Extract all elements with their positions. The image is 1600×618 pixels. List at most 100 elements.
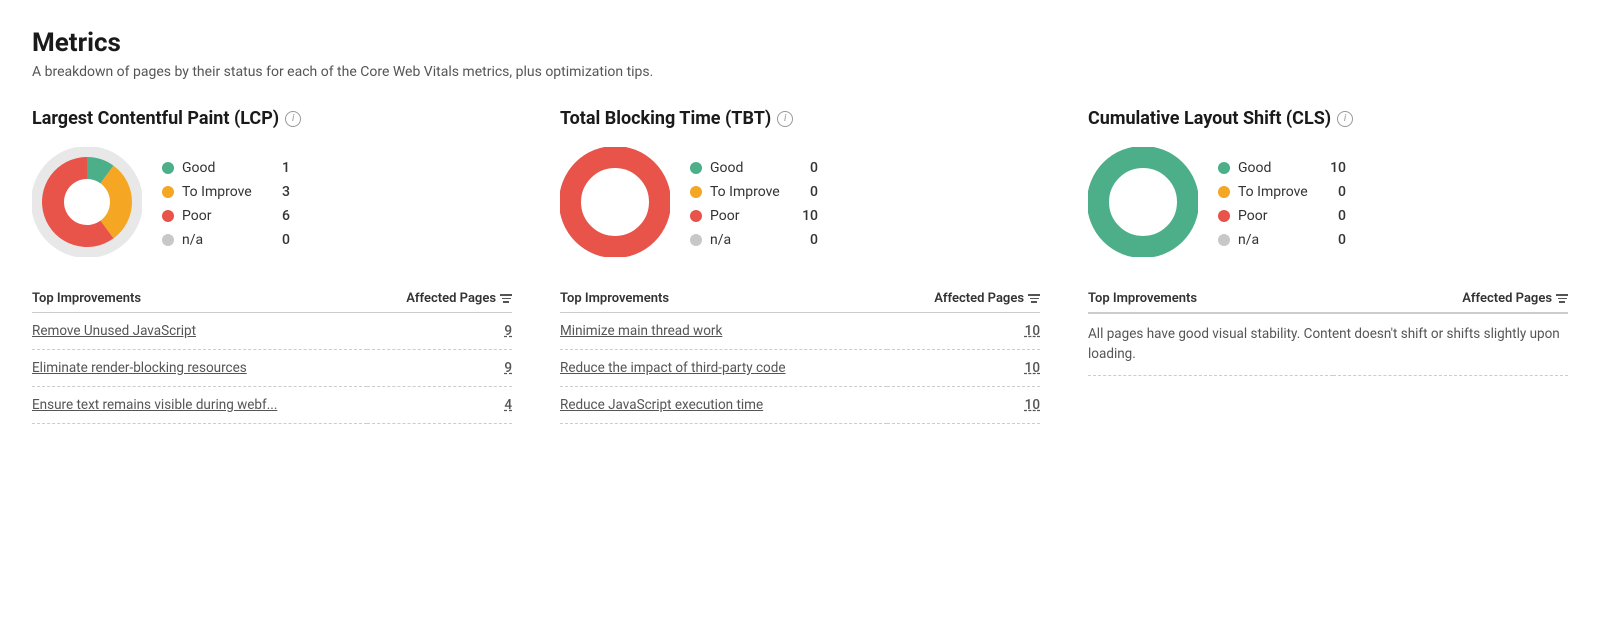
legend-value-lcp-0: 1 <box>270 160 290 176</box>
donut-chart-lcp <box>32 147 142 261</box>
improvement-pages-tbt-1[interactable]: 10 <box>887 350 1040 387</box>
filter-icon-cls[interactable] <box>1556 294 1568 303</box>
legend-value-cls-3: 0 <box>1326 232 1346 248</box>
metric-title-text-tbt: Total Blocking Time (TBT) <box>560 108 771 129</box>
metric-title-lcp: Largest Contentful Paint (LCP) i <box>32 108 512 129</box>
legend-item-tbt-0: Good 0 <box>690 160 818 176</box>
improvement-row-lcp-2: Ensure text remains visible during webf.… <box>32 387 512 424</box>
legend-dot-cls-0 <box>1218 162 1230 174</box>
legend-cls: Good 10 To Improve 0 Poor 0 n/a 0 <box>1218 160 1346 248</box>
improvement-row-lcp-0: Remove Unused JavaScript 9 <box>32 313 512 350</box>
legend-dot-lcp-1 <box>162 186 174 198</box>
improvement-pages-tbt-0[interactable]: 10 <box>887 313 1040 350</box>
improvements-table-cls: Top Improvements Affected Pages All page… <box>1088 285 1568 376</box>
col-improvements-lcp: Top Improvements <box>32 285 367 313</box>
metric-section-lcp: Largest Contentful Paint (LCP) i Good 1 … <box>32 108 512 424</box>
legend-item-cls-3: n/a 0 <box>1218 232 1346 248</box>
improvement-label-lcp-1[interactable]: Eliminate render-blocking resources <box>32 350 367 387</box>
metric-section-tbt: Total Blocking Time (TBT) i Good 0 To Im… <box>560 108 1040 424</box>
chart-legend-row-lcp: Good 1 To Improve 3 Poor 6 n/a 0 <box>32 147 512 261</box>
legend-item-tbt-2: Poor 10 <box>690 208 818 224</box>
legend-lcp: Good 1 To Improve 3 Poor 6 n/a 0 <box>162 160 290 248</box>
legend-item-tbt-3: n/a 0 <box>690 232 818 248</box>
legend-dot-tbt-2 <box>690 210 702 222</box>
page-subtitle: A breakdown of pages by their status for… <box>32 64 1568 80</box>
legend-label-tbt-1: To Improve <box>710 184 790 200</box>
improvement-label-lcp-0[interactable]: Remove Unused JavaScript <box>32 313 367 350</box>
legend-label-lcp-1: To Improve <box>182 184 262 200</box>
legend-dot-cls-1 <box>1218 186 1230 198</box>
improvements-table-tbt: Top Improvements Affected Pages Minimize… <box>560 285 1040 424</box>
improvement-pages-lcp-2[interactable]: 4 <box>367 387 512 424</box>
metric-title-cls: Cumulative Layout Shift (CLS) i <box>1088 108 1568 129</box>
legend-dot-lcp-2 <box>162 210 174 222</box>
legend-dot-tbt-3 <box>690 234 702 246</box>
legend-label-cls-1: To Improve <box>1238 184 1318 200</box>
legend-item-tbt-1: To Improve 0 <box>690 184 818 200</box>
legend-value-tbt-0: 0 <box>798 160 818 176</box>
legend-dot-lcp-0 <box>162 162 174 174</box>
legend-label-tbt-0: Good <box>710 160 790 176</box>
info-icon-tbt[interactable]: i <box>777 111 793 127</box>
legend-value-lcp-3: 0 <box>270 232 290 248</box>
legend-label-cls-3: n/a <box>1238 232 1318 248</box>
filter-icon-tbt[interactable] <box>1028 294 1040 303</box>
legend-value-cls-1: 0 <box>1326 184 1346 200</box>
page-title: Metrics <box>32 28 1568 58</box>
legend-dot-tbt-1 <box>690 186 702 198</box>
chart-legend-row-cls: Good 10 To Improve 0 Poor 0 n/a 0 <box>1088 147 1568 261</box>
legend-label-lcp-2: Poor <box>182 208 262 224</box>
legend-dot-tbt-0 <box>690 162 702 174</box>
legend-dot-cls-3 <box>1218 234 1230 246</box>
improvement-row-tbt-1: Reduce the impact of third-party code 10 <box>560 350 1040 387</box>
info-icon-lcp[interactable]: i <box>285 111 301 127</box>
filter-icon-lcp[interactable] <box>500 294 512 303</box>
info-icon-cls[interactable]: i <box>1337 111 1353 127</box>
legend-item-lcp-2: Poor 6 <box>162 208 290 224</box>
legend-value-cls-0: 10 <box>1326 160 1346 176</box>
col-improvements-tbt: Top Improvements <box>560 285 887 313</box>
improvement-label-tbt-1[interactable]: Reduce the impact of third-party code <box>560 350 887 387</box>
donut-chart-cls <box>1088 147 1198 261</box>
legend-item-cls-2: Poor 0 <box>1218 208 1346 224</box>
legend-label-lcp-3: n/a <box>182 232 262 248</box>
affected-pages-label-cls: Affected Pages <box>1462 291 1552 306</box>
col-improvements-cls: Top Improvements <box>1088 285 1333 313</box>
legend-item-lcp-3: n/a 0 <box>162 232 290 248</box>
affected-pages-label-tbt: Affected Pages <box>934 291 1024 306</box>
improvement-row-tbt-2: Reduce JavaScript execution time 10 <box>560 387 1040 424</box>
legend-label-cls-0: Good <box>1238 160 1318 176</box>
improvement-pages-tbt-2[interactable]: 10 <box>887 387 1040 424</box>
improvement-label-lcp-2[interactable]: Ensure text remains visible during webf.… <box>32 387 367 424</box>
improvement-label-tbt-2[interactable]: Reduce JavaScript execution time <box>560 387 887 424</box>
improvements-table-lcp: Top Improvements Affected Pages Remove U… <box>32 285 512 424</box>
affected-pages-label-lcp: Affected Pages <box>406 291 496 306</box>
chart-legend-row-tbt: Good 0 To Improve 0 Poor 10 n/a 0 <box>560 147 1040 261</box>
legend-item-cls-0: Good 10 <box>1218 160 1346 176</box>
legend-item-lcp-1: To Improve 3 <box>162 184 290 200</box>
improvement-pages-lcp-1[interactable]: 9 <box>367 350 512 387</box>
legend-value-tbt-1: 0 <box>798 184 818 200</box>
col-pages-lcp[interactable]: Affected Pages <box>367 285 512 313</box>
metric-title-tbt: Total Blocking Time (TBT) i <box>560 108 1040 129</box>
legend-value-cls-2: 0 <box>1326 208 1346 224</box>
metrics-grid: Largest Contentful Paint (LCP) i Good 1 … <box>32 108 1568 424</box>
improvement-row-lcp-1: Eliminate render-blocking resources 9 <box>32 350 512 387</box>
legend-label-tbt-2: Poor <box>710 208 790 224</box>
legend-value-lcp-2: 6 <box>270 208 290 224</box>
legend-item-lcp-0: Good 1 <box>162 160 290 176</box>
legend-value-tbt-2: 10 <box>798 208 818 224</box>
metric-title-text-lcp: Largest Contentful Paint (LCP) <box>32 108 279 129</box>
col-pages-cls[interactable]: Affected Pages <box>1333 285 1568 313</box>
improvement-label-tbt-0[interactable]: Minimize main thread work <box>560 313 887 350</box>
legend-label-lcp-0: Good <box>182 160 262 176</box>
improvement-pages-lcp-0[interactable]: 9 <box>367 313 512 350</box>
legend-item-cls-1: To Improve 0 <box>1218 184 1346 200</box>
cls-good-message: All pages have good visual stability. Co… <box>1088 314 1568 376</box>
legend-label-tbt-3: n/a <box>710 232 790 248</box>
legend-value-tbt-3: 0 <box>798 232 818 248</box>
col-pages-tbt[interactable]: Affected Pages <box>887 285 1040 313</box>
metric-title-text-cls: Cumulative Layout Shift (CLS) <box>1088 108 1331 129</box>
donut-chart-tbt <box>560 147 670 261</box>
legend-tbt: Good 0 To Improve 0 Poor 10 n/a 0 <box>690 160 818 248</box>
